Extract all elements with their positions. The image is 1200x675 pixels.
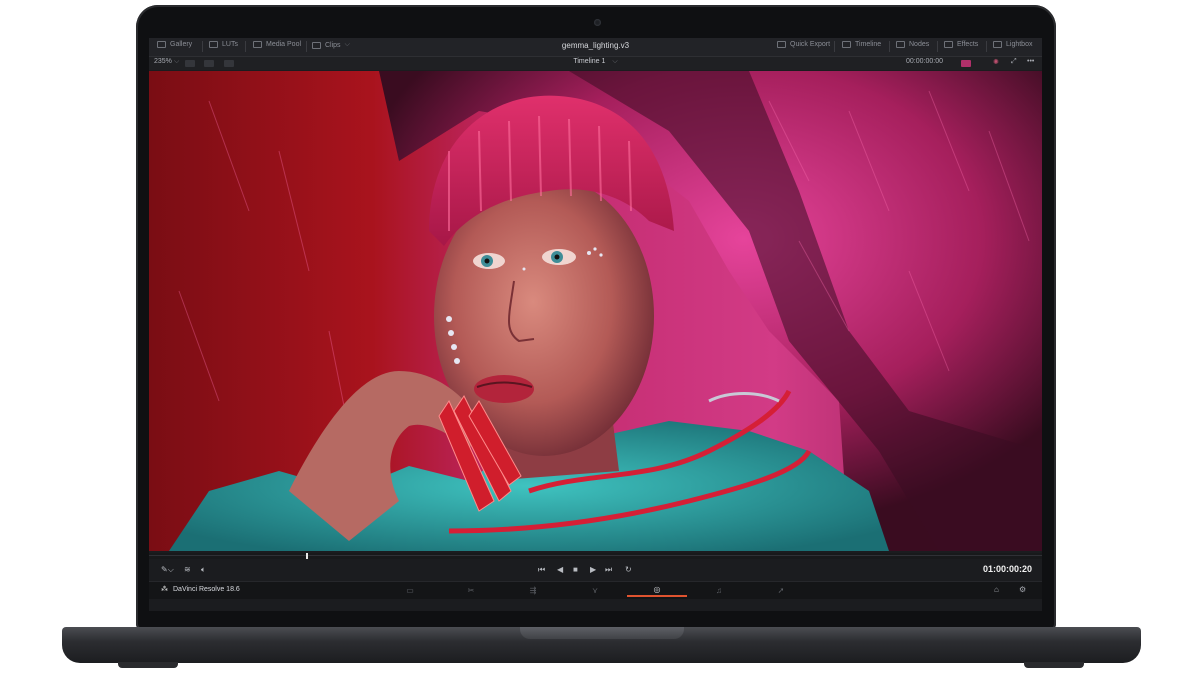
page-fusion-button[interactable]: ⋎ bbox=[565, 583, 625, 597]
page-color-button[interactable]: ◎ bbox=[627, 583, 687, 597]
color-wheel-icon[interactable]: ✺ bbox=[993, 58, 999, 66]
nodes-icon bbox=[896, 41, 905, 48]
laptop-opening-notch bbox=[520, 627, 684, 639]
export-icon bbox=[777, 41, 786, 48]
effects-button[interactable]: Effects bbox=[944, 41, 978, 48]
highlight-mode-button[interactable] bbox=[961, 60, 971, 67]
play-button[interactable]: ▶ bbox=[590, 565, 596, 574]
brand: ⁂ DaVinci Resolve 18.6 bbox=[161, 585, 240, 594]
effects-icon bbox=[944, 41, 953, 48]
skip-to-end-button[interactable]: ⏭ bbox=[605, 565, 612, 575]
quick-export-label: Quick Export bbox=[790, 41, 831, 48]
timeline-icon bbox=[842, 41, 851, 48]
skip-to-start-button[interactable]: ⏮ bbox=[538, 565, 545, 575]
timeline-chevron-icon: ⌵ bbox=[612, 58, 618, 65]
settings-icon[interactable]: ⚙ bbox=[1019, 585, 1026, 594]
loop-button[interactable]: ↻ bbox=[625, 565, 632, 574]
laptop-foot-left bbox=[118, 662, 178, 668]
davinci-logo-icon: ⁂ bbox=[161, 586, 168, 593]
timeline-name: Timeline 1 bbox=[573, 58, 606, 65]
home-icon[interactable]: ⌂ bbox=[994, 585, 999, 594]
source-timecode: 00:00:00:00 bbox=[906, 58, 943, 65]
camera-icon bbox=[594, 19, 601, 26]
video-frame-image bbox=[149, 71, 1042, 551]
timeline-button[interactable]: Timeline bbox=[842, 41, 881, 48]
page-fairlight-button[interactable]: ♫ bbox=[689, 583, 749, 597]
video-viewer[interactable] bbox=[149, 71, 1042, 551]
audio-meter-icon[interactable]: ≋ bbox=[184, 565, 191, 574]
play-reverse-button[interactable]: ◀ bbox=[557, 565, 563, 574]
timeline-scrubber[interactable] bbox=[149, 553, 1042, 559]
eyedropper-icon[interactable]: ✎⌵ bbox=[161, 565, 174, 575]
page-media-button[interactable]: ▭ bbox=[380, 583, 440, 597]
nodes-label: Nodes bbox=[909, 41, 930, 48]
quick-export-button[interactable]: Quick Export bbox=[777, 41, 830, 48]
timeline-label: Timeline bbox=[855, 41, 882, 48]
laptop-foot-right bbox=[1024, 662, 1084, 668]
davinci-resolve-window: Gallery LUTs Media Pool Clips ⌵ gemma_li… bbox=[149, 38, 1042, 611]
transport-controls: ✎⌵ ≋ 🔈︎ ⏮ ◀ ■ ▶ ⏭ ↻ 01:00:00:20 bbox=[149, 560, 1042, 580]
lightbox-icon bbox=[993, 41, 1002, 48]
nodes-button[interactable]: Nodes bbox=[896, 41, 929, 48]
record-timecode: 01:00:00:20 bbox=[982, 564, 1032, 574]
more-options-button[interactable]: ••• bbox=[1027, 58, 1034, 65]
page-cut-button[interactable]: ✂ bbox=[441, 583, 501, 597]
lightbox-button[interactable]: Lightbox bbox=[993, 41, 1032, 48]
page-navigation-bar: ⁂ DaVinci Resolve 18.6 ▭ ✂ ⇶ ⋎ ◎ ♫ ➚ ⌂ ⚙ bbox=[149, 581, 1042, 599]
brand-label: DaVinci Resolve 18.6 bbox=[173, 585, 240, 593]
stop-button[interactable]: ■ bbox=[573, 565, 578, 574]
fullscreen-icon[interactable]: ⤢ bbox=[1011, 58, 1017, 66]
lightbox-label: Lightbox bbox=[1006, 41, 1033, 48]
page-edit-button[interactable]: ⇶ bbox=[503, 583, 563, 597]
scrubber-track bbox=[149, 555, 1042, 556]
viewer-toolbar: 235% ⌵ Timeline 1 ⌵ 00:00:00:00 ✺ ⤢ ••• bbox=[149, 57, 1042, 70]
playhead[interactable] bbox=[306, 553, 308, 559]
top-toolbar: Gallery LUTs Media Pool Clips ⌵ gemma_li… bbox=[149, 38, 1042, 57]
volume-icon[interactable]: 🔈︎ bbox=[201, 565, 206, 575]
effects-label: Effects bbox=[957, 41, 979, 48]
page-deliver-button[interactable]: ➚ bbox=[751, 583, 811, 597]
